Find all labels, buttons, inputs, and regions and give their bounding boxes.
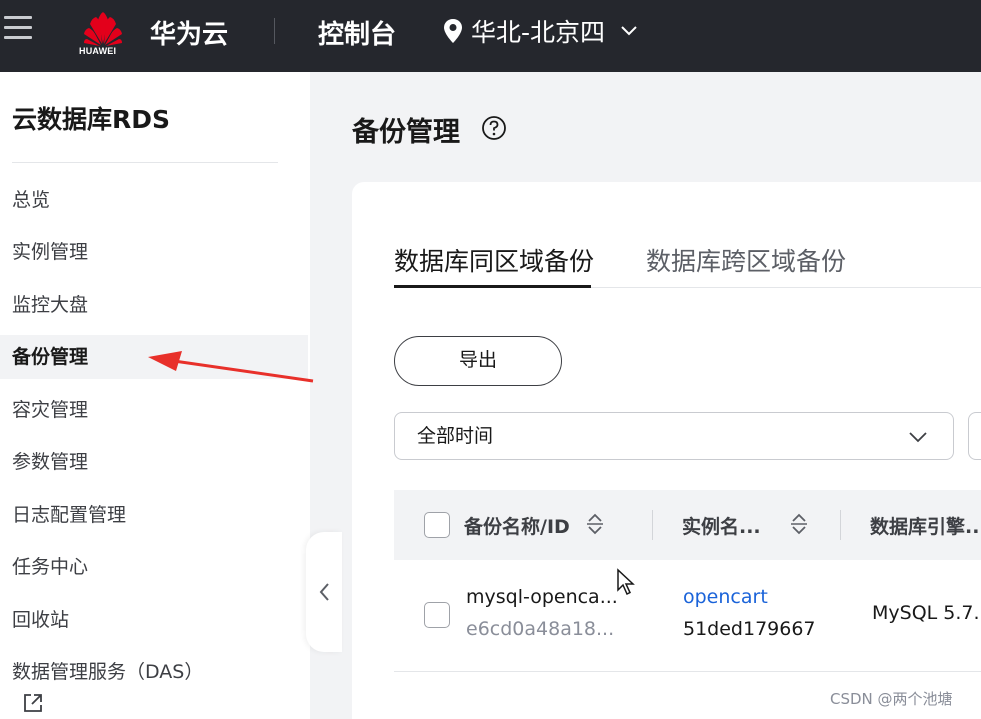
mouse-cursor-icon xyxy=(617,568,635,596)
instance-name-link[interactable]: opencart xyxy=(683,586,768,608)
sidebar: 云数据库RDS 总览 实例管理 监控大盘 备份管理 容灾管理 参数管理 日志配置… xyxy=(0,72,310,719)
column-header-backup-name: 备份名称/ID xyxy=(464,516,570,538)
active-tab-indicator xyxy=(394,285,591,288)
content-card: 数据库同区域备份 数据库跨区域备份 导出 全部时间 备份名称/ID 实例名...… xyxy=(352,182,981,719)
sidebar-item-task-center[interactable]: 任务中心 xyxy=(0,545,308,589)
select-all-checkbox[interactable] xyxy=(424,512,450,538)
annotation-arrow-icon xyxy=(148,351,314,383)
sort-icon[interactable] xyxy=(790,512,808,536)
brand-name[interactable]: 华为云 xyxy=(150,14,228,51)
table-header: 备份名称/ID 实例名... 数据库引擎... xyxy=(394,490,981,560)
sidebar-collapse-button[interactable] xyxy=(306,532,342,652)
column-header-instance-name: 实例名... xyxy=(682,516,761,538)
sidebar-divider xyxy=(12,162,278,163)
chevron-down-icon xyxy=(909,432,927,443)
chevron-down-icon xyxy=(621,26,637,36)
watermark: CSDN @两个池塘 xyxy=(830,690,953,708)
sort-icon[interactable] xyxy=(586,512,604,536)
menu-icon[interactable] xyxy=(4,16,32,42)
table-row: mysql-openca... e6cd0a48a18... opencart … xyxy=(394,560,981,672)
header-divider xyxy=(274,18,275,44)
backup-id: e6cd0a48a18... xyxy=(466,618,615,640)
region-label: 华北-北京四 xyxy=(471,18,606,47)
region-selector[interactable]: 华北-北京四 xyxy=(443,14,637,48)
console-link[interactable]: 控制台 xyxy=(318,14,396,51)
page-title: 备份管理 xyxy=(352,117,460,148)
help-icon[interactable] xyxy=(481,115,507,141)
sidebar-item-parameters[interactable]: 参数管理 xyxy=(0,440,308,484)
time-filter-value: 全部时间 xyxy=(417,425,494,447)
chevron-left-icon xyxy=(319,583,329,601)
sidebar-item-das[interactable]: 数据管理服务（DAS） xyxy=(0,650,308,694)
row-checkbox[interactable] xyxy=(424,602,450,628)
sidebar-item-overview[interactable]: 总览 xyxy=(0,178,308,222)
backup-name: mysql-openca... xyxy=(466,586,618,608)
top-bar: HUAWEI 华为云 控制台 华北-北京四 xyxy=(0,0,981,72)
tab-bar: 数据库同区域备份 数据库跨区域备份 xyxy=(394,234,981,288)
sidebar-title: 云数据库RDS xyxy=(12,105,171,134)
location-pin-icon xyxy=(444,19,462,43)
secondary-filter-input[interactable] xyxy=(968,412,981,460)
sidebar-item-instances[interactable]: 实例管理 xyxy=(0,230,308,274)
sidebar-item-monitoring[interactable]: 监控大盘 xyxy=(0,283,308,327)
column-divider xyxy=(652,510,653,540)
external-link-icon[interactable] xyxy=(22,692,44,714)
time-filter-select[interactable]: 全部时间 xyxy=(394,412,954,460)
tab-cross-region-backup[interactable]: 数据库跨区域备份 xyxy=(646,242,846,278)
db-engine-value: MySQL 5.7. xyxy=(872,602,980,624)
export-button[interactable]: 导出 xyxy=(394,336,562,386)
tab-same-region-backup[interactable]: 数据库同区域备份 xyxy=(394,242,594,278)
sidebar-item-recycle-bin[interactable]: 回收站 xyxy=(0,598,308,642)
instance-id: 51ded179667 xyxy=(683,618,816,640)
column-divider xyxy=(840,510,841,540)
sidebar-item-log-config[interactable]: 日志配置管理 xyxy=(0,493,308,537)
column-header-db-engine: 数据库引擎... xyxy=(870,516,981,538)
sidebar-item-disaster-recovery[interactable]: 容灾管理 xyxy=(0,388,308,432)
logo-text: HUAWEI xyxy=(79,46,117,56)
